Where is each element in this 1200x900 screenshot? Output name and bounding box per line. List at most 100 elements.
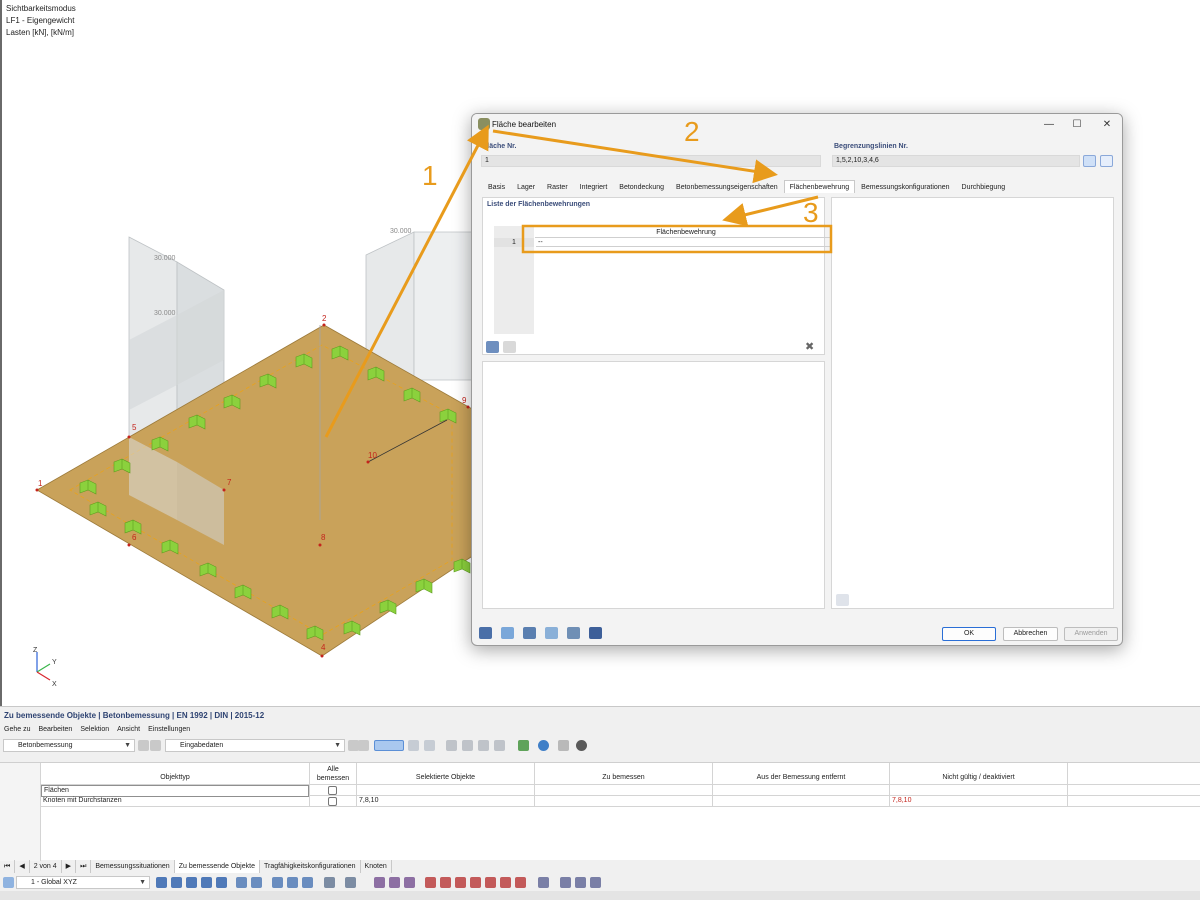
menu-edit[interactable]: Bearbeiten: [38, 726, 72, 733]
menu-view[interactable]: Ansicht: [117, 726, 140, 733]
new-reinforcement-icon[interactable]: [486, 341, 499, 353]
render-icon[interactable]: [216, 877, 227, 888]
nurbs-icon[interactable]: [485, 877, 496, 888]
arrange-icon[interactable]: [494, 740, 505, 751]
slab-surface[interactable]: [36, 324, 475, 657]
numbering-icon[interactable]: [424, 740, 435, 751]
next-data-icon[interactable]: [358, 740, 369, 751]
offset-icon[interactable]: [500, 877, 511, 888]
menu-selection[interactable]: Selektion: [80, 726, 109, 733]
line-icon[interactable]: [374, 877, 385, 888]
edit-surface-dialog[interactable]: Fläche bearbeiten — ☐ ✕ Fläche Nr. 1 Beg…: [471, 113, 1123, 646]
copy-reinforcement-icon[interactable]: [503, 341, 516, 353]
view-icon[interactable]: [156, 877, 167, 888]
tab-objects-to-design[interactable]: Zu bemessende Objekte: [174, 860, 260, 873]
menu-settings[interactable]: Einstellungen: [148, 726, 190, 733]
arc-icon[interactable]: [404, 877, 415, 888]
checkbox-surfaces-design-all[interactable]: [328, 786, 337, 795]
pick-lines-icon[interactable]: [1083, 155, 1096, 167]
prev-page-icon[interactable]: ◀: [15, 860, 30, 873]
export-icon[interactable]: [446, 740, 457, 751]
next-page-icon[interactable]: ▶: [62, 860, 77, 873]
ok-button[interactable]: OK: [942, 627, 996, 641]
grid-icon[interactable]: [251, 877, 262, 888]
node-label-2: 2: [322, 314, 327, 323]
table-cell-reinforcement[interactable]: --: [536, 238, 836, 247]
tab-design-situations[interactable]: Bemessungssituationen: [91, 860, 175, 873]
boundary-lines-field[interactable]: 1,5,2,10,3,4,6: [832, 155, 1080, 167]
tab-flaechenbewehrung[interactable]: Flächenbewehrung: [783, 180, 856, 193]
prev-icon[interactable]: [138, 740, 149, 751]
workplane-icon[interactable]: [345, 877, 356, 888]
tab-raster[interactable]: Raster: [541, 180, 574, 193]
first-page-icon[interactable]: ⏮: [0, 860, 16, 873]
data-select[interactable]: Eingabedaten ▼: [165, 739, 345, 752]
divide-icon[interactable]: [515, 877, 526, 888]
help-icon[interactable]: [545, 627, 558, 639]
maximize-icon[interactable]: ☐: [1066, 117, 1088, 133]
spline-icon[interactable]: [425, 877, 436, 888]
comment-icon[interactable]: [302, 877, 313, 888]
rows-icon[interactable]: [478, 740, 489, 751]
guideline-icon[interactable]: [324, 877, 335, 888]
units-icon[interactable]: [501, 627, 514, 639]
preview-settings-icon[interactable]: [836, 594, 849, 606]
tab-lager[interactable]: Lager: [511, 180, 541, 193]
formula-icon[interactable]: [589, 627, 602, 639]
row-punching-nodes-invalid: 7,8,10: [892, 797, 912, 804]
checkbox-punching-design-all[interactable]: [328, 797, 337, 806]
cancel-button[interactable]: Abbrechen: [1003, 627, 1058, 641]
dimension-icon[interactable]: [287, 877, 298, 888]
module-select[interactable]: Betonbemessung ▼: [3, 739, 135, 752]
clipping-icon[interactable]: [186, 877, 197, 888]
tab-nodes[interactable]: Knoten: [361, 860, 392, 873]
graphics-icon[interactable]: [567, 627, 580, 639]
coord-system-value: 1 - Global XYZ: [31, 879, 77, 886]
delete-icon[interactable]: ✖: [805, 340, 814, 353]
coord-system-select[interactable]: 1 - Global XYZ ▼: [16, 876, 150, 889]
member-set-icon[interactable]: [560, 877, 571, 888]
minimize-icon[interactable]: —: [1038, 117, 1060, 133]
data-select-value: Eingabedaten: [180, 742, 224, 749]
section-icon[interactable]: [171, 877, 182, 888]
parabola-icon[interactable]: [470, 877, 481, 888]
tab-uls-configurations[interactable]: Tragfähigkeitskonfigurationen: [260, 860, 361, 873]
tab-integriert[interactable]: Integriert: [574, 180, 614, 193]
member-icon[interactable]: [538, 877, 549, 888]
polyline-icon[interactable]: [389, 877, 400, 888]
table-column-header: Flächenbewehrung: [535, 228, 837, 238]
menu-goto[interactable]: Gehe zu: [4, 726, 30, 733]
filter-icon[interactable]: [408, 740, 419, 751]
beam-icon[interactable]: [590, 877, 601, 888]
surface-no-field[interactable]: 1: [481, 155, 821, 167]
snap-icon[interactable]: [236, 877, 247, 888]
tab-basis[interactable]: Basis: [482, 180, 511, 193]
zoom-icon[interactable]: [201, 877, 212, 888]
measure-icon[interactable]: [272, 877, 283, 888]
tab-bemessungskonfigurationen[interactable]: Bemessungskonfigurationen: [855, 180, 955, 193]
dialog-titlebar[interactable]: Fläche bearbeiten — ☐ ✕: [472, 114, 1122, 136]
globe-icon[interactable]: [538, 740, 549, 751]
axis-z-label: Z: [33, 647, 38, 654]
reverse-direction-icon[interactable]: [1100, 155, 1113, 167]
apply-button[interactable]: Anwenden: [1064, 627, 1118, 641]
dialog-tabs: Basis Lager Raster Integriert Betondecku…: [482, 180, 1011, 193]
coord-system-icon[interactable]: [3, 877, 14, 888]
tab-betondeckung[interactable]: Betondeckung: [613, 180, 670, 193]
tab-betonbemessungseigenschaften[interactable]: Betonbemessungseigenschaften: [670, 180, 784, 193]
rib-icon[interactable]: [575, 877, 586, 888]
ellipse-icon[interactable]: [455, 877, 466, 888]
tab-durchbiegung[interactable]: Durchbiegung: [956, 180, 1012, 193]
circle-icon[interactable]: [440, 877, 451, 888]
select-objects-icon[interactable]: [374, 740, 404, 751]
columns-icon[interactable]: [462, 740, 473, 751]
info-icon[interactable]: [523, 627, 536, 639]
last-page-icon[interactable]: ⏭: [76, 860, 92, 873]
next-icon[interactable]: [150, 740, 161, 751]
excel-icon[interactable]: [518, 740, 529, 751]
row-punching-nodes-selected[interactable]: 7,8,10: [359, 796, 378, 806]
search-icon[interactable]: [576, 740, 587, 751]
print-icon[interactable]: [558, 740, 569, 751]
close-icon[interactable]: ✕: [1096, 117, 1118, 133]
search-icon[interactable]: [479, 627, 492, 639]
